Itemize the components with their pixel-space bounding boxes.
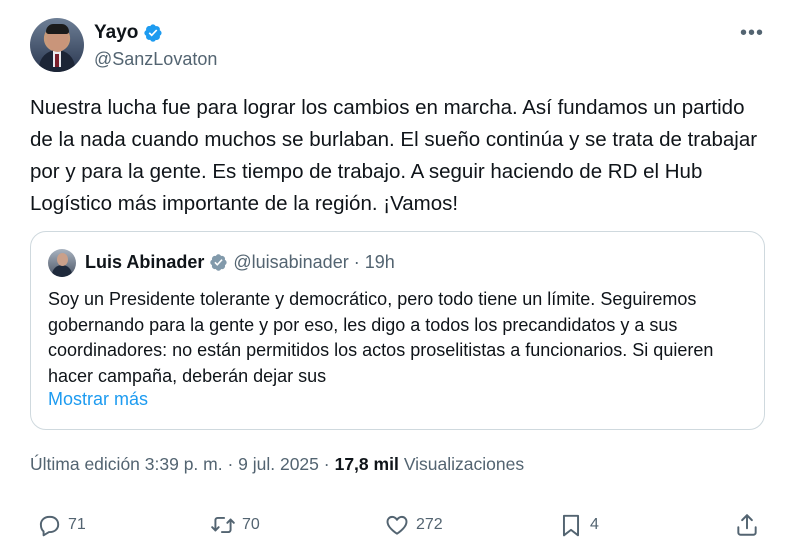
bookmark-button[interactable]: 4 — [558, 512, 599, 538]
share-icon — [737, 514, 757, 536]
bookmark-count: 4 — [590, 516, 599, 533]
edited-timestamp[interactable]: Última edición 3:39 p. m. · 9 jul. 2025 … — [30, 454, 330, 475]
reply-count: 71 — [68, 516, 86, 533]
reply-button[interactable]: 71 — [36, 512, 86, 538]
like-icon — [386, 515, 408, 535]
quoted-avatar-suit — [52, 265, 72, 277]
show-more-link[interactable]: Mostrar más — [48, 389, 148, 410]
quoted-header: Luis Abinader @luisabinader · 19h — [85, 252, 395, 273]
retweet-button[interactable]: 70 — [210, 512, 260, 538]
tweet-text: Nuestra lucha fue para lograr los cambio… — [30, 96, 758, 215]
reply-icon — [39, 515, 60, 537]
quoted-separator: · — [353, 252, 360, 272]
like-count: 272 — [416, 516, 443, 533]
quoted-text: Soy un Presidente tolerante y democrátic… — [48, 289, 714, 386]
author-avatar[interactable] — [30, 18, 84, 72]
quoted-author-avatar[interactable] — [48, 249, 76, 277]
quoted-author-handle[interactable]: @luisabinader — [233, 252, 348, 273]
tweet-meta: Última edición 3:39 p. m. · 9 jul. 2025 … — [30, 454, 524, 475]
bookmark-icon — [562, 514, 580, 537]
author-name[interactable]: Yayo — [94, 22, 138, 44]
tweet-header: Yayo @SanzLovaton ••• — [30, 18, 770, 78]
author-name-row: Yayo — [94, 22, 163, 44]
retweet-count: 70 — [242, 516, 260, 533]
share-button[interactable] — [734, 512, 760, 538]
quoted-tweet[interactable]: Luis Abinader @luisabinader · 19h Soy un… — [30, 231, 765, 430]
more-icon[interactable]: ••• — [740, 22, 764, 45]
quoted-timestamp[interactable]: 19h — [365, 252, 395, 273]
avatar-tie — [55, 54, 59, 67]
quoted-author-name[interactable]: Luis Abinader — [85, 252, 204, 273]
government-verified-badge-icon[interactable] — [209, 253, 228, 272]
views-label: Visualizaciones — [403, 454, 525, 474]
action-bar: 71 70 272 4 — [30, 512, 770, 552]
quoted-avatar-head — [57, 253, 68, 266]
verified-badge-icon[interactable] — [143, 23, 163, 43]
retweet-icon — [211, 516, 235, 534]
avatar-hair — [46, 24, 69, 34]
views-count: 17,8 mil — [334, 454, 399, 474]
author-handle[interactable]: @SanzLovaton — [94, 49, 217, 70]
like-button[interactable]: 272 — [384, 512, 443, 538]
